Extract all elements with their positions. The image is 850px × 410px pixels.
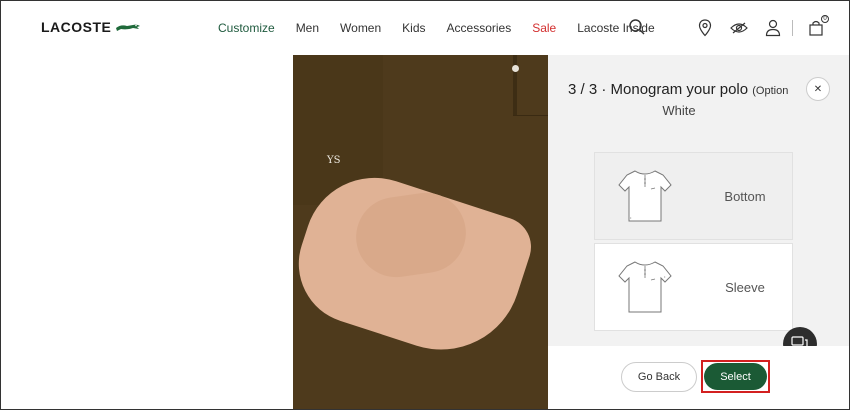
nav-item-women[interactable]: Women: [340, 21, 381, 35]
go-back-button[interactable]: Go Back: [621, 362, 697, 392]
eye-icon[interactable]: [728, 17, 750, 39]
panel-title-suffix: (Option: [752, 85, 789, 97]
header-icons: 0: [682, 15, 829, 39]
polo-outline-sleeve-icon: •: [618, 261, 672, 313]
location-pin-icon[interactable]: [694, 17, 716, 39]
option-label-bottom: Bottom: [724, 189, 766, 204]
monogram-preview: YS: [327, 155, 341, 166]
user-icon[interactable]: [762, 17, 784, 39]
brand-logo[interactable]: LACOSTE: [41, 19, 141, 35]
select-button[interactable]: Select: [704, 363, 767, 390]
option-label-sleeve: Sleeve: [725, 280, 765, 295]
option-card-bottom[interactable]: • Bottom: [594, 152, 793, 240]
close-button[interactable]: ✕: [806, 77, 830, 101]
nav-item-accessories[interactable]: Accessories: [447, 21, 512, 35]
polo-outline-bottom-icon: •: [618, 170, 672, 222]
nav-item-kids[interactable]: Kids: [402, 21, 425, 35]
panel-footer: Go Back Select: [548, 346, 849, 409]
panel-subtitle: White: [662, 103, 696, 118]
site-header: LACOSTE Customize Men Women Kids Accesso…: [1, 1, 849, 55]
crocodile-icon: [116, 24, 141, 31]
brand-logo-text: LACOSTE: [41, 19, 112, 35]
option-card-sleeve[interactable]: • Sleeve: [594, 243, 793, 331]
nav-item-men[interactable]: Men: [296, 21, 319, 35]
polo-button: [512, 65, 519, 72]
nav-item-customize[interactable]: Customize: [218, 21, 275, 35]
cart-count-badge: 0: [821, 15, 829, 23]
panel-title: 3 / 3 · Monogram your polo (Option: [568, 81, 788, 98]
nav-item-sale[interactable]: Sale: [532, 21, 556, 35]
close-icon: ✕: [813, 83, 823, 95]
polo-pocket: [513, 115, 548, 133]
header-divider: [792, 20, 793, 36]
search-icon[interactable]: [628, 18, 648, 38]
page-frame: LACOSTE Customize Men Women Kids Accesso…: [0, 0, 850, 410]
polo-placket: [513, 55, 517, 115]
panel-title-text: 3 / 3 · Monogram your polo: [568, 81, 749, 98]
shopping-bag-icon[interactable]: 0: [805, 15, 829, 39]
product-image: YS: [1, 55, 548, 409]
main-nav: Customize Men Women Kids Accessories Sal…: [218, 21, 676, 35]
